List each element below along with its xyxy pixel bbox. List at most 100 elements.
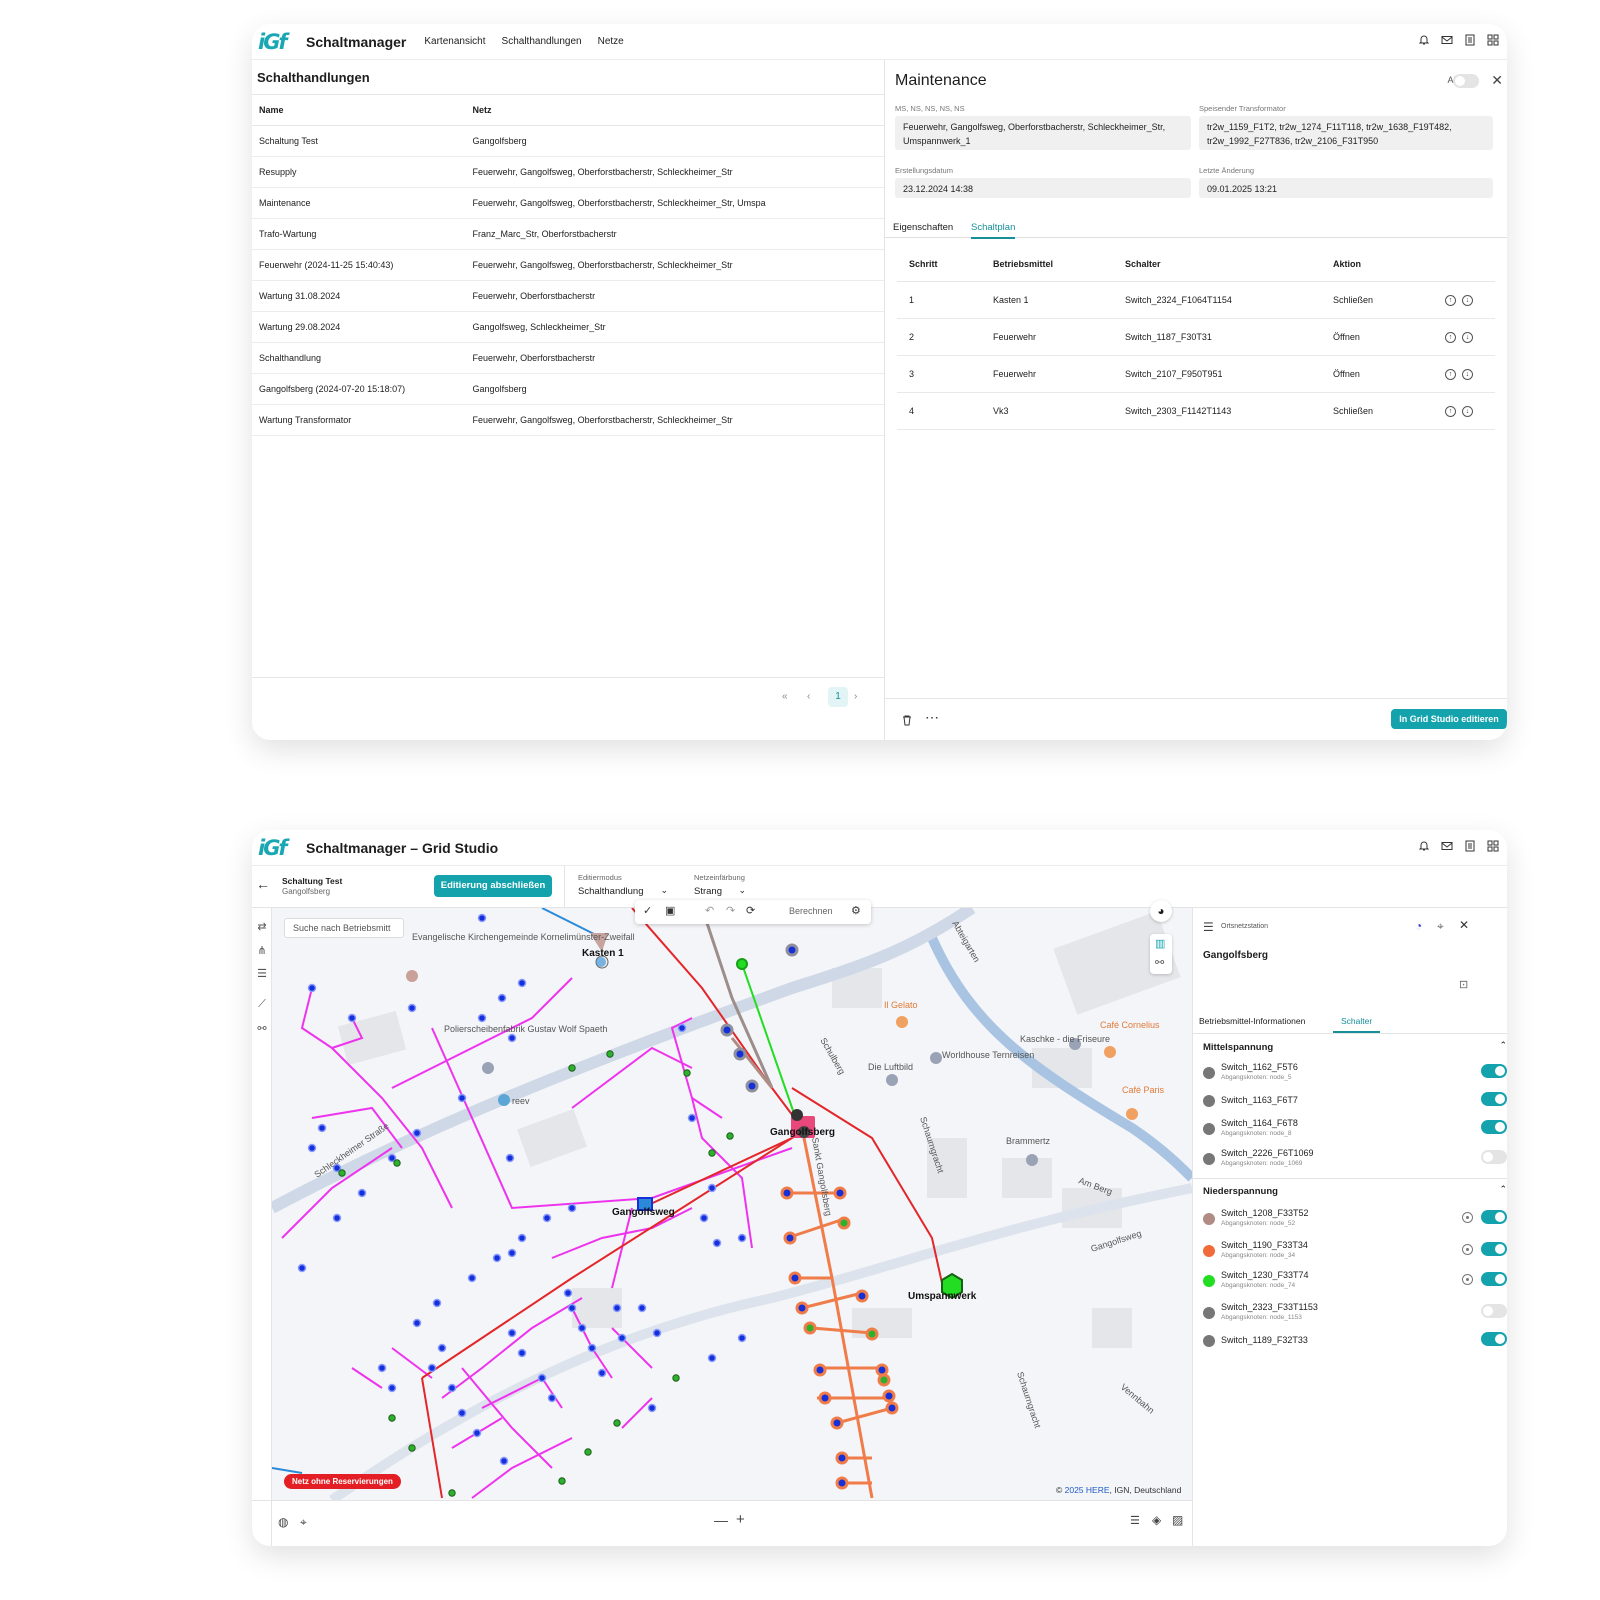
move-up-icon[interactable]: ↑	[1445, 294, 1456, 306]
zoom-out-icon[interactable]: —	[714, 1512, 728, 1528]
switch-toggle[interactable]	[1481, 1120, 1507, 1134]
close-icon[interactable]: ✕	[1459, 918, 1469, 932]
refresh-icon[interactable]: ⟳	[746, 904, 755, 917]
mail-icon[interactable]	[1441, 840, 1453, 852]
apps-icon[interactable]	[1487, 840, 1499, 852]
trash-icon[interactable]	[901, 714, 913, 726]
aktiv-toggle[interactable]	[1449, 74, 1479, 90]
switch-toggle[interactable]	[1481, 1242, 1507, 1256]
move-up-icon[interactable]: ↑	[1445, 331, 1456, 343]
close-icon[interactable]: ✕	[1491, 72, 1503, 89]
switch-toggle[interactable]	[1481, 1304, 1507, 1318]
search-input[interactable]: Suche nach Betriebsmitt	[284, 918, 404, 938]
check-circle-icon[interactable]: ✓	[643, 904, 652, 917]
table-row[interactable]: Wartung 31.08.2024 Feuerwehr, Oberforstba…	[252, 280, 884, 312]
filter-list-icon[interactable]: ☰	[255, 967, 269, 980]
image-icon[interactable]: ▨	[1172, 1513, 1183, 1527]
tab-schalter[interactable]: Schalter	[1333, 1016, 1381, 1033]
grid-map[interactable]: Kasten 1 Gangolfsberg Gangolfsweg Umspan…	[272, 908, 1192, 1500]
palette-icon[interactable]: ◕	[1150, 900, 1172, 922]
finish-editing-button[interactable]: Editierung abschließen	[434, 875, 552, 897]
switch-toggle[interactable]	[1481, 1210, 1507, 1224]
zoom-in-icon[interactable]: +	[736, 1511, 745, 1528]
globe-icon[interactable]: ◍	[278, 1515, 288, 1529]
next-page-button[interactable]: ›	[854, 691, 857, 702]
column-header-betriebsmittel: Betriebsmittel	[981, 247, 1113, 282]
calculate-button[interactable]: Berechnen	[789, 906, 833, 916]
table-row[interactable]: Schaltung Test Gangolfsberg	[252, 125, 884, 157]
layers-icon[interactable]: ◈	[1152, 1513, 1161, 1527]
tree-view-icon[interactable]: ⚯	[1155, 956, 1164, 969]
swap-icon[interactable]: ⇄	[255, 920, 269, 933]
target-icon[interactable]: ⌖	[1437, 919, 1444, 934]
table-row[interactable]: Maintenance Feuerwehr, Gangolfsweg, Oberf…	[252, 187, 884, 219]
map-label-gangolfsweg: Gangolfsweg	[612, 1207, 675, 1218]
bell-icon[interactable]	[1418, 840, 1430, 852]
switch-node: Abgangsknoten: node_5	[1221, 1074, 1292, 1081]
save-icon[interactable]: ▣	[665, 904, 675, 917]
table-row[interactable]: Schalthandlung Feuerwehr, Oberforstbacher…	[252, 342, 884, 374]
table-row[interactable]: Trafo-Wartung Franz_Marc_Str, Oberforstba…	[252, 218, 884, 250]
locate-switch-icon[interactable]	[1462, 1274, 1473, 1285]
tab-schaltplan[interactable]: Schaltplan	[971, 222, 1016, 239]
green-switch-node[interactable]	[736, 958, 748, 970]
prev-page-button[interactable]: ‹	[807, 691, 810, 702]
move-down-icon[interactable]: ↓	[1462, 294, 1473, 306]
column-header-netz[interactable]: Netz	[465, 94, 884, 126]
first-page-button[interactable]: «	[782, 691, 788, 702]
list-icon[interactable]: ☰	[1130, 1514, 1140, 1527]
undo-icon[interactable]: ↶	[705, 904, 714, 917]
step-row[interactable]: 2 Feuerwehr Switch_1187_F30T31 Öffnen ↑ ↓	[897, 318, 1495, 356]
table-row[interactable]: Gangolfsberg (2024-07-20 15:18:07) Gangol…	[252, 373, 884, 405]
switch-toggle[interactable]	[1481, 1332, 1507, 1346]
back-arrow-icon[interactable]: ←	[256, 876, 270, 892]
nav-netze[interactable]: Netze	[598, 36, 624, 47]
document-icon[interactable]	[1464, 34, 1476, 46]
apps-icon[interactable]	[1487, 34, 1499, 46]
nav-schalthandlungen[interactable]: Schalthandlungen	[502, 36, 582, 47]
chevron-up-icon[interactable]: ⌃	[1499, 1040, 1507, 1051]
locate-switch-icon[interactable]	[1462, 1212, 1473, 1223]
locate-icon[interactable]: ⌖	[300, 1515, 307, 1530]
network-icon[interactable]: ⋔	[255, 944, 269, 957]
move-up-icon[interactable]: ↑	[1445, 368, 1456, 380]
step-row[interactable]: 4 Vk3 Switch_2303_F1142T1143 Schließen ↑ ↓	[897, 392, 1495, 430]
switch-toggle[interactable]	[1481, 1092, 1507, 1106]
table-row[interactable]: Wartung 29.08.2024 Gangolfsweg, Schleckhe…	[252, 311, 884, 343]
nav-kartenansicht[interactable]: Kartenansicht	[424, 36, 485, 47]
tab-betriebsmittel-info[interactable]: Betriebsmittel-Informationen	[1199, 1016, 1305, 1026]
switch-toggle[interactable]	[1481, 1272, 1507, 1286]
menu-icon[interactable]: ☰	[1203, 920, 1214, 934]
settings-icon[interactable]: ⚙	[851, 904, 861, 917]
hierarchy-icon[interactable]: ⚯	[255, 1022, 269, 1035]
move-down-icon[interactable]: ↓	[1462, 331, 1473, 343]
bell-icon[interactable]	[1418, 34, 1430, 46]
table-row[interactable]: Resupply Feuerwehr, Gangolfsweg, Oberfors…	[252, 156, 884, 188]
step-row[interactable]: 3 Feuerwehr Switch_2107_F950T951 Öffnen ↑ ↓	[897, 355, 1495, 393]
more-icon[interactable]: ⋯	[925, 709, 939, 726]
chat-icon[interactable]: ◔	[1415, 919, 1422, 933]
document-icon[interactable]	[1464, 840, 1476, 852]
table-row[interactable]: Wartung Transformator Feuerwehr, Gangolfs…	[252, 404, 884, 436]
restaurant-pin-icon	[896, 1016, 908, 1028]
step-row[interactable]: 1 Kasten 1 Switch_2324_F1064T1154 Schließen…	[897, 281, 1495, 319]
chart-icon[interactable]: ⟋	[255, 998, 269, 1010]
locate-switch-icon[interactable]	[1462, 1244, 1473, 1255]
color-mode-label: Netzeinfärbung	[694, 873, 745, 882]
move-up-icon[interactable]: ↑	[1445, 405, 1456, 417]
switch-toggle[interactable]	[1481, 1150, 1507, 1164]
chevron-up-icon[interactable]: ⌃	[1499, 1184, 1507, 1195]
edit-icon[interactable]: ⊡	[1459, 978, 1468, 991]
grid-studio-edit-button[interactable]: In Grid Studio editieren	[1391, 709, 1507, 729]
copyright-link[interactable]: 2025 HERE	[1065, 1485, 1110, 1495]
switch-toggle[interactable]	[1481, 1064, 1507, 1078]
redo-icon[interactable]: ↷	[726, 904, 735, 917]
page-1-button[interactable]: 1	[828, 687, 848, 707]
mail-icon[interactable]	[1441, 34, 1453, 46]
move-down-icon[interactable]: ↓	[1462, 368, 1473, 380]
column-header-name[interactable]: Name	[252, 94, 466, 126]
tab-eigenschaften[interactable]: Eigenschaften	[893, 222, 953, 233]
move-down-icon[interactable]: ↓	[1462, 405, 1473, 417]
map-view-icon[interactable]: ▥	[1155, 937, 1165, 950]
table-row[interactable]: Feuerwehr (2024-11-25 15:40:43) Feuerwehr…	[252, 249, 884, 281]
